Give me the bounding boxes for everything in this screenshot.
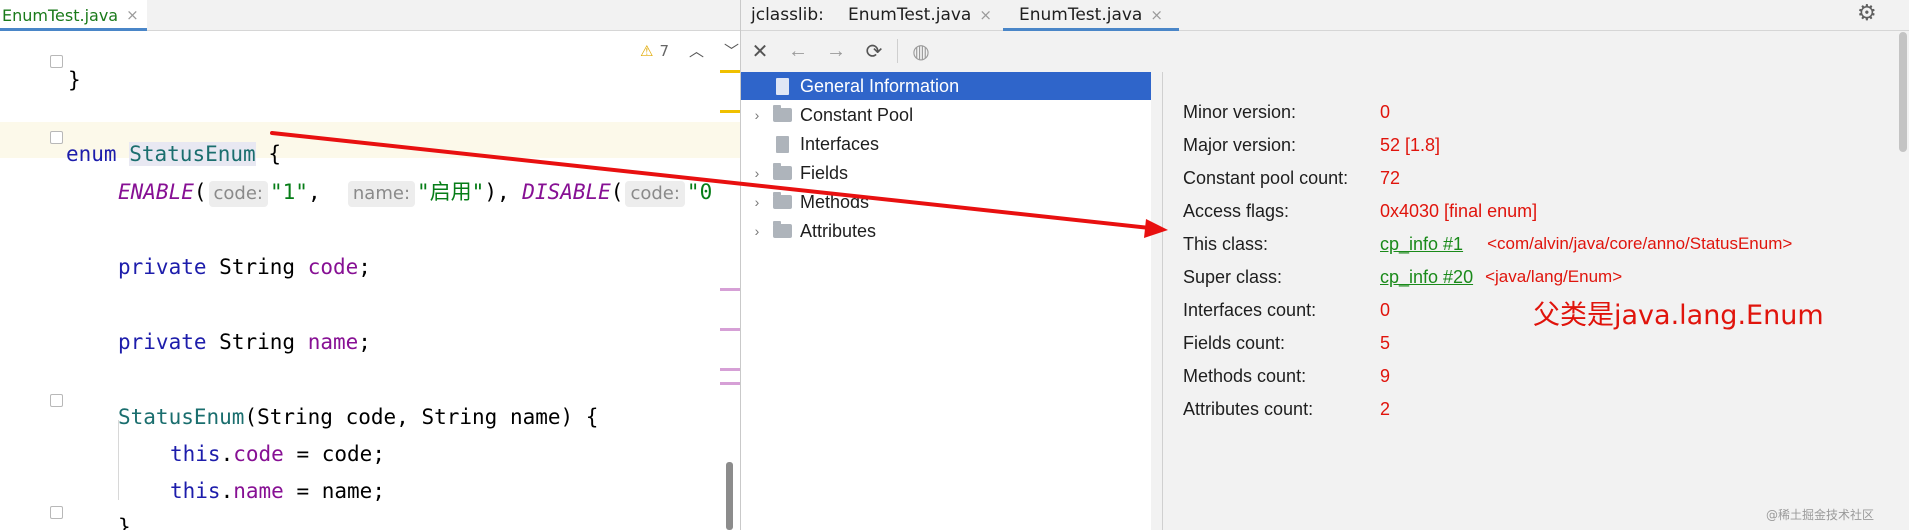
super-class-link[interactable]: cp_info #20 — [1380, 267, 1473, 288]
param-hint: name: — [347, 181, 416, 207]
jclasslib-panel: jclasslib: EnumTest.java × EnumTest.java ×… — [741, 0, 1909, 530]
annotation-note: 父类是java.lang.Enum — [1533, 300, 1824, 331]
code-line: this.name = name; — [170, 479, 385, 503]
watermark: @稀土掘金技术社区 — [1766, 508, 1875, 522]
editor-tab-enumtest[interactable]: EnumTest.java × — [0, 0, 147, 31]
tree-item-attributes[interactable]: › Attributes — [741, 217, 1151, 245]
folder-icon — [773, 221, 792, 238]
close-icon[interactable]: × — [1150, 6, 1163, 24]
param-hint: code: — [208, 181, 268, 207]
info-row-major-version: Major version: 52 [1.8] — [1183, 134, 1441, 155]
jclasslib-scrollbar[interactable] — [1899, 32, 1907, 152]
back-icon[interactable]: ← — [779, 40, 817, 63]
error-stripe-mark[interactable] — [720, 288, 740, 291]
tree-item-interfaces[interactable]: ›Interfaces — [741, 130, 1151, 158]
file-icon — [776, 77, 789, 95]
info-row-minor-version: Minor version: 0 — [1183, 101, 1391, 122]
code-line: } — [68, 68, 81, 92]
indent-guide — [118, 420, 119, 500]
code-line: enum StatusEnum { — [66, 142, 281, 166]
close-icon[interactable]: ✕ — [741, 39, 779, 64]
info-row-super-class: Super class: cp_info #20 <java/lang/Enum> — [1183, 266, 1623, 288]
info-row-methods-count: Methods count: 9 — [1183, 365, 1391, 386]
code-line: private String code; — [118, 255, 371, 279]
toolbar-separator — [897, 39, 898, 63]
browser-icon[interactable]: ◍ — [902, 39, 940, 64]
close-icon[interactable]: × — [126, 6, 139, 24]
error-stripe-mark[interactable] — [720, 70, 740, 73]
code-line: ENABLE(code: "1", name: "启用"), DISABLE(cod… — [118, 175, 712, 209]
tab-enumtest-2[interactable]: EnumTest.java × — [1003, 0, 1179, 31]
tree-item-methods[interactable]: › Methods — [741, 188, 1151, 216]
refresh-icon[interactable]: ⟳ — [855, 39, 893, 64]
editor-tab-bar: EnumTest.java × — [0, 0, 740, 31]
info-row-interfaces-count: Interfaces count: 0 — [1183, 299, 1391, 320]
tree-item-general-information[interactable]: ›General Information — [741, 72, 1151, 100]
info-row-access-flags: Access flags: 0x4030 [final enum] — [1183, 200, 1538, 221]
folder-icon — [773, 192, 792, 209]
tree-item-fields[interactable]: › Fields — [741, 159, 1151, 187]
chevron-right-icon[interactable]: › — [749, 165, 765, 181]
code-line: this.code = code; — [170, 442, 385, 466]
close-icon[interactable]: × — [979, 6, 992, 24]
jclasslib-title: jclasslib: — [751, 5, 824, 25]
code-line: private String name; — [118, 330, 371, 354]
gear-icon[interactable]: ⚙ — [1857, 0, 1877, 26]
info-row-fields-count: Fields count: 5 — [1183, 332, 1391, 353]
code-line: } — [118, 515, 131, 530]
editor-tab-label: EnumTest.java — [2, 5, 119, 25]
file-icon — [776, 135, 789, 153]
error-stripe-mark[interactable] — [720, 328, 740, 331]
jclasslib-toolbar: ✕ ← → ⟳ ◍ — [741, 31, 1909, 71]
enum-name: StatusEnum — [129, 142, 256, 166]
folder-icon — [773, 163, 792, 180]
code-line: StatusEnum(String code, String name) { — [118, 405, 599, 429]
code-area[interactable]: } enum StatusEnum { ENABLE(code: "1", nam… — [0, 31, 740, 530]
code-editor[interactable]: EnumTest.java × ⚠ 7 ︿ ﹀ } enum StatusEnu… — [0, 0, 740, 530]
tab-enumtest-1[interactable]: EnumTest.java × — [848, 0, 992, 30]
this-class-link[interactable]: cp_info #1 — [1380, 234, 1463, 255]
error-stripe-mark[interactable] — [720, 382, 740, 385]
info-row-this-class: This class: cp_info #1 <com/alvin/java/cor… — [1183, 233, 1793, 255]
tree-item-constant-pool[interactable]: › Constant Pool — [741, 101, 1151, 129]
jclasslib-tab-bar: jclasslib: EnumTest.java × EnumTest.java ×… — [741, 0, 1909, 31]
param-hint: code: — [625, 181, 685, 207]
info-row-constant-pool-count: Constant pool count: 72 — [1183, 167, 1401, 188]
chevron-right-icon[interactable]: › — [749, 223, 765, 239]
error-stripe-mark[interactable] — [720, 368, 740, 371]
forward-icon[interactable]: → — [817, 40, 855, 63]
chevron-right-icon[interactable]: › — [749, 194, 765, 210]
chevron-right-icon[interactable]: › — [749, 107, 765, 123]
info-row-attributes-count: Attributes count: 2 — [1183, 398, 1391, 419]
error-stripe-mark[interactable] — [720, 110, 740, 113]
class-structure-tree[interactable]: ›General Information ›Constant Pool ›Int… — [741, 72, 1151, 530]
editor-scrollbar[interactable] — [726, 462, 733, 530]
folder-icon — [773, 105, 792, 122]
